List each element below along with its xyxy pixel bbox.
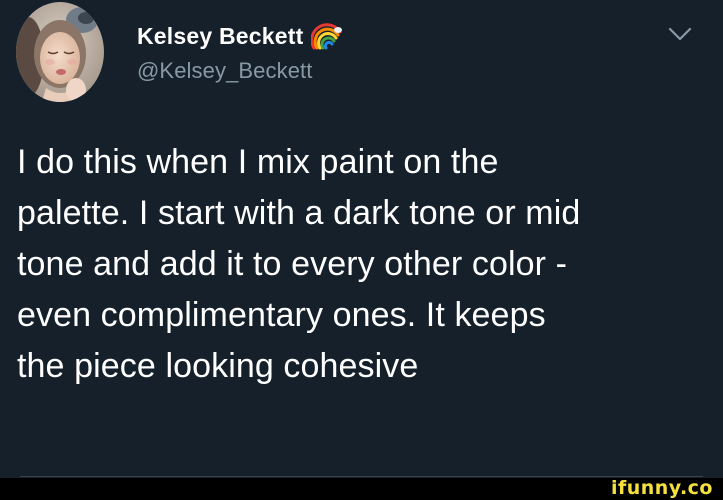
- rainbow-icon: [310, 22, 343, 50]
- author-name-row[interactable]: Kelsey Beckett: [137, 20, 343, 52]
- author-handle[interactable]: @Kelsey_Beckett: [137, 58, 312, 84]
- tweet-card: Kelsey Beckett @Kelsey_Beckett I do this…: [0, 0, 723, 500]
- chevron-down-icon[interactable]: [667, 24, 693, 44]
- ifunny-watermark: ifunny.co: [610, 477, 713, 499]
- tweet-text-line: I do this when I mix paint on the: [17, 143, 499, 181]
- author-display-name[interactable]: Kelsey Beckett: [137, 23, 303, 50]
- tweet-text-line: the piece looking cohesive: [17, 347, 419, 385]
- tweet-text-line: even complimentary ones. It keeps: [17, 296, 546, 334]
- avatar[interactable]: [16, 2, 104, 102]
- divider: [20, 476, 703, 477]
- tweet-text-line: tone and add it to every other color -: [17, 245, 568, 283]
- tweet-text: I do this when I mix paint on the palett…: [17, 137, 707, 392]
- tweet-text-line: palette. I start with a dark tone or mid: [17, 194, 581, 232]
- avatar-illustration: [16, 2, 104, 102]
